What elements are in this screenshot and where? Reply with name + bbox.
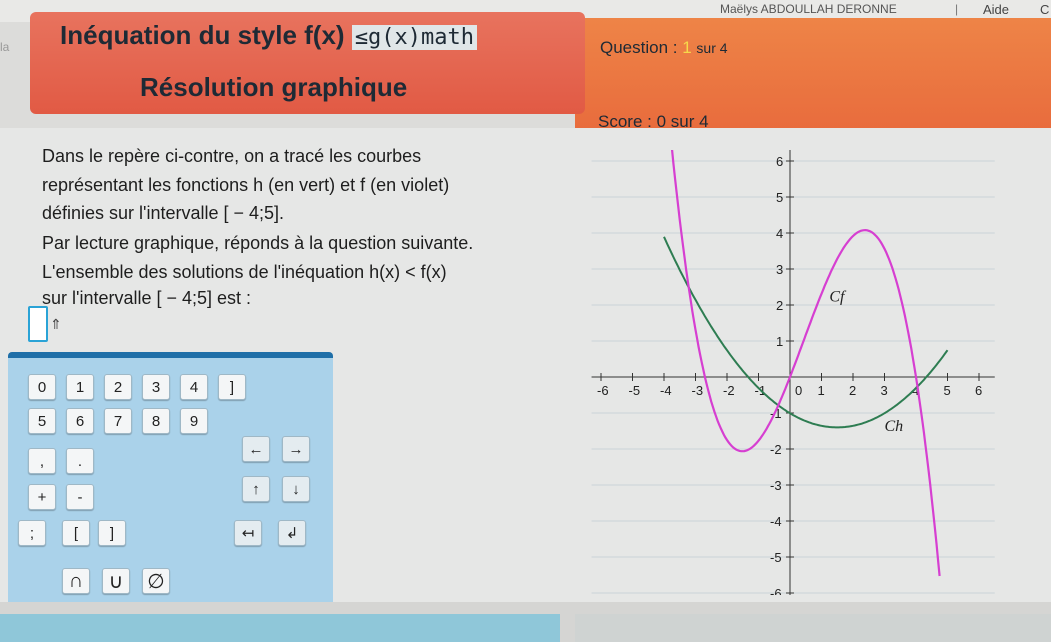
question-counter: Question : 1 sur 4 — [600, 38, 728, 58]
y-tick-label: -5 — [770, 550, 782, 565]
key-up-arrow[interactable]: ↑ — [242, 476, 270, 502]
key-enter[interactable]: ↲ — [278, 520, 306, 546]
key-5[interactable]: 5 — [28, 408, 56, 434]
math-keyboard: 0 1 2 3 4 ] 5 6 7 8 9 , . ← → + - ↑ ↓ ; … — [8, 352, 333, 608]
user-name: Maëlys ABDOULLAH DERONNE — [720, 2, 897, 16]
bottom-bar — [0, 602, 1051, 642]
key-3[interactable]: 3 — [142, 374, 170, 400]
key-1[interactable]: 1 — [66, 374, 94, 400]
title-suffix: math — [421, 25, 475, 50]
left-edge-text: la — [0, 40, 10, 54]
y-tick-label: 1 — [776, 334, 783, 349]
question-total: sur 4 — [696, 40, 728, 56]
key-open-bracket[interactable]: [ — [62, 520, 90, 546]
key-down-arrow[interactable]: ↓ — [282, 476, 310, 502]
title-highlight-text: ≤g(x) — [354, 25, 422, 50]
x-tick-label: 2 — [849, 383, 856, 398]
function-graph: -6 -5 -4 -3 -2 -1 0 1 2 3 4 5 6654321-1-2-3-4-5-6 Cf… — [591, 150, 995, 595]
page-title: Inéquation du style f(x) ≤g(x)math — [60, 20, 478, 51]
statement-line-2: représentant les fonctions h (en vert) e… — [42, 175, 450, 195]
key-backspace[interactable]: ↤ — [234, 520, 262, 546]
x-tick-label: 0 — [795, 383, 802, 398]
bottom-right-bar — [575, 614, 1051, 642]
y-tick-label: 2 — [776, 298, 783, 313]
topbar-separator: | — [955, 2, 959, 16]
statement-line-3: définies sur l'intervalle [ − 4;5]. — [42, 203, 285, 223]
x-tick-label: -5 — [629, 383, 641, 398]
statement-line-4: Par lecture graphique, réponds à la ques… — [42, 233, 474, 253]
x-tick-label: 1 — [818, 383, 825, 398]
key-9[interactable]: 9 — [180, 408, 208, 434]
y-tick-label: 6 — [776, 154, 783, 169]
y-tick-label: 3 — [776, 262, 783, 277]
key-0[interactable]: 0 — [28, 374, 56, 400]
key-close-bracket-top[interactable]: ] — [218, 374, 246, 400]
label-cf: Cf — [829, 288, 847, 305]
key-intersection[interactable]: ∩ — [62, 568, 90, 594]
key-close-bracket[interactable]: ] — [98, 520, 126, 546]
y-tick-label: -6 — [770, 586, 782, 595]
x-tick-label: -2 — [723, 383, 735, 398]
key-comma[interactable]: , — [28, 448, 56, 474]
key-8[interactable]: 8 — [142, 408, 170, 434]
title-fx: f(x) — [304, 20, 345, 50]
key-union[interactable]: ∪ — [102, 568, 130, 594]
caret-up-icon: ⇑ — [50, 316, 62, 332]
statement-line-5: L'ensemble des solutions de l'inéquation… — [42, 262, 447, 282]
curve-f — [670, 150, 941, 577]
y-tick-label: 5 — [776, 190, 783, 205]
key-7[interactable]: 7 — [104, 408, 132, 434]
key-left-arrow[interactable]: ← — [242, 436, 270, 462]
topbar-extra-link[interactable]: C — [1040, 2, 1049, 17]
title-prefix: Inéquation du style — [60, 20, 305, 50]
x-tick-label: 3 — [881, 383, 888, 398]
answer-input[interactable] — [28, 306, 48, 342]
question-current: 1 — [682, 38, 692, 57]
key-6[interactable]: 6 — [66, 408, 94, 434]
y-tick-label: -4 — [770, 514, 782, 529]
x-tick-label: -6 — [597, 383, 609, 398]
question-label: Question : — [600, 38, 683, 57]
key-empty-set[interactable]: ∅ — [142, 568, 170, 594]
statement-line-1: Dans le repère ci-contre, on a tracé les… — [42, 146, 422, 166]
key-minus[interactable]: - — [66, 484, 94, 510]
key-4[interactable]: 4 — [180, 374, 208, 400]
x-tick-label: -4 — [660, 383, 672, 398]
key-plus[interactable]: + — [28, 484, 56, 510]
statement-line-6: sur l'intervalle [ − 4;5] est : — [42, 288, 252, 308]
x-tick-label: 6 — [975, 383, 982, 398]
key-semicolon[interactable]: ; — [18, 520, 46, 546]
key-dot[interactable]: . — [66, 448, 94, 474]
x-tick-label: 5 — [944, 383, 951, 398]
page-subtitle: Résolution graphique — [140, 72, 408, 102]
title-highlight: ≤g(x)math — [351, 25, 478, 50]
help-link[interactable]: Aide — [983, 2, 1009, 17]
bottom-left-bar — [0, 614, 560, 642]
y-tick-label: 4 — [776, 226, 783, 241]
y-tick-label: -3 — [770, 478, 782, 493]
y-tick-label: -2 — [770, 442, 782, 457]
label-ch: Ch — [885, 418, 904, 435]
x-tick-label: -3 — [692, 383, 704, 398]
key-right-arrow[interactable]: → — [282, 436, 310, 462]
key-2[interactable]: 2 — [104, 374, 132, 400]
